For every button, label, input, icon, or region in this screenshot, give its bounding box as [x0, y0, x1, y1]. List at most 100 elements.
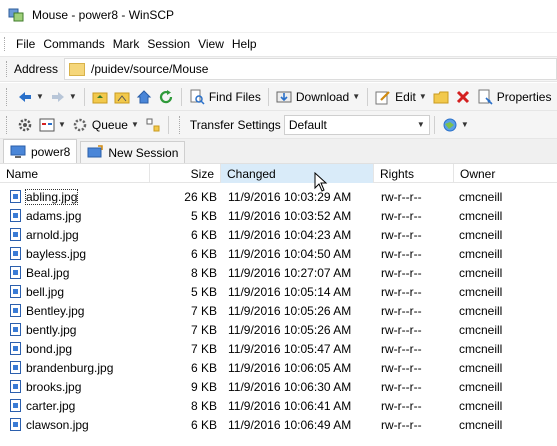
file-size: 9 KB [190, 379, 217, 394]
queue-button[interactable]: Queue ▼ [69, 114, 142, 136]
table-row[interactable]: arnold.jpg 6 KB 11/9/2016 10:04:23 AM rw-r-… [0, 225, 557, 244]
column-header-name[interactable]: Name [0, 164, 150, 183]
file-name-cell: bayless.jpg [0, 244, 150, 263]
image-file-icon [10, 304, 21, 317]
file-changed-cell: 11/9/2016 10:03:52 AM [221, 206, 374, 225]
menu-grip[interactable] [4, 36, 8, 51]
toolbar-grip[interactable] [6, 115, 10, 134]
properties-button[interactable]: Properties [474, 86, 555, 108]
menu-commands[interactable]: Commands [39, 37, 108, 51]
menu-file[interactable]: File [12, 37, 39, 51]
root-dir-button[interactable] [111, 86, 133, 108]
chevron-down-icon: ▼ [352, 92, 361, 101]
file-rights: rw-r--r-- [381, 360, 422, 375]
home-icon [136, 89, 152, 103]
tab-power8[interactable]: power8 [3, 139, 78, 163]
file-owner-cell: cmcneill [454, 206, 557, 225]
menu-view[interactable]: View [194, 37, 228, 51]
file-owner: cmcneill [459, 322, 503, 337]
file-size: 6 KB [190, 417, 217, 432]
transfer-options-button[interactable] [142, 114, 164, 136]
column-header-label: Changed [227, 166, 276, 181]
synchronize-button[interactable]: ▼ [439, 114, 472, 136]
file-size-cell: 9 KB [150, 377, 221, 396]
preferences-button[interactable] [14, 114, 36, 136]
chevron-down-icon: ▼ [58, 120, 66, 129]
file-changed: 11/9/2016 10:05:26 AM [228, 322, 352, 337]
file-rights-cell: rw-r--r-- [374, 377, 454, 396]
toolbar-grip[interactable] [6, 87, 10, 106]
column-header-changed[interactable]: Changed [221, 164, 374, 183]
tab-new-session[interactable]: New Session [80, 141, 186, 163]
chevron-down-icon: ▼ [460, 120, 469, 129]
file-size: 7 KB [190, 322, 217, 337]
chevron-down-icon: ▼ [36, 92, 44, 101]
file-owner: cmcneill [459, 360, 503, 375]
parent-dir-button[interactable] [89, 86, 111, 108]
file-name-cell: bond.jpg [0, 339, 150, 358]
table-row[interactable]: bell.jpg 5 KB 11/9/2016 10:05:14 AM rw-r--r… [0, 282, 557, 301]
refresh-button[interactable] [155, 86, 177, 108]
forward-button[interactable]: ▼ [47, 86, 80, 108]
title-bar: Mouse - power8 - WinSCP [0, 0, 557, 30]
tab-label: New Session [108, 145, 179, 160]
table-row[interactable]: bently.jpg 7 KB 11/9/2016 10:05:26 AM rw-r-… [0, 320, 557, 339]
transfer-settings-select[interactable]: Default ▼ [283, 114, 430, 135]
chevron-down-icon: ▼ [418, 92, 427, 101]
edit-icon [375, 90, 390, 104]
file-changed-cell: 11/9/2016 10:05:14 AM [221, 282, 374, 301]
file-name: carter.jpg [26, 398, 76, 413]
gear-icon [18, 118, 32, 131]
toolbar-separator [367, 87, 369, 106]
file-changed: 11/9/2016 10:27:07 AM [228, 265, 352, 280]
table-row[interactable]: brandenburg.jpg 6 KB 11/9/2016 10:06:05 AM… [0, 358, 557, 377]
column-header-size[interactable]: Size [150, 164, 221, 183]
menu-mark[interactable]: Mark [109, 37, 144, 51]
find-files-button[interactable]: Find Files [186, 86, 264, 108]
file-rights-cell: rw-r--r-- [374, 415, 454, 434]
table-row[interactable]: brooks.jpg 9 KB 11/9/2016 10:06:30 AM rw-r-… [0, 377, 557, 396]
edit-button[interactable]: Edit ▼ [372, 86, 430, 108]
menu-help[interactable]: Help [228, 37, 261, 51]
file-size: 8 KB [190, 265, 217, 280]
table-row[interactable]: bayless.jpg 6 KB 11/9/2016 10:04:50 AM rw-r… [0, 244, 557, 263]
toolbar-grip[interactable] [178, 115, 183, 134]
transfer-icon [146, 118, 160, 131]
file-owner: cmcneill [459, 265, 503, 280]
column-header-owner[interactable]: Owner [454, 164, 557, 183]
table-row[interactable]: Bentley.jpg 7 KB 11/9/2016 10:05:26 AM rw-r… [0, 301, 557, 320]
table-row[interactable]: bond.jpg 7 KB 11/9/2016 10:05:47 AM rw-r--r… [0, 339, 557, 358]
file-changed-cell: 11/9/2016 10:04:23 AM [221, 225, 374, 244]
file-owner-cell: cmcneill [454, 396, 557, 415]
file-size: 7 KB [190, 303, 217, 318]
layout-button[interactable]: ▼ [36, 114, 69, 136]
image-file-icon [10, 190, 21, 203]
home-dir-button[interactable] [133, 86, 155, 108]
file-size: 7 KB [190, 341, 217, 356]
file-rights: rw-r--r-- [381, 208, 422, 223]
open-folder-button[interactable] [430, 86, 452, 108]
table-row[interactable]: abling.jpg 26 KB 11/9/2016 10:03:29 AM rw-r… [0, 187, 557, 206]
file-rights-cell: rw-r--r-- [374, 320, 454, 339]
file-owner-cell: cmcneill [454, 377, 557, 396]
folder-up-icon [92, 92, 108, 103]
arrow-left-icon [19, 91, 31, 102]
file-size-cell: 7 KB [150, 320, 221, 339]
address-grip[interactable] [6, 61, 10, 77]
folder-root-icon [114, 92, 130, 103]
address-field[interactable]: /puidev/source/Mouse [64, 58, 557, 80]
file-rights: rw-r--r-- [381, 417, 422, 432]
table-row[interactable]: adams.jpg 5 KB 11/9/2016 10:03:52 AM rw-r--… [0, 206, 557, 225]
column-header-rights[interactable]: Rights [374, 164, 454, 183]
remote-file-list[interactable]: Name Size Changed Rights Owner abling.jp… [0, 163, 557, 446]
menu-session[interactable]: Session [143, 37, 194, 51]
table-row[interactable]: carter.jpg 8 KB 11/9/2016 10:06:41 AM rw-r-… [0, 396, 557, 415]
download-button[interactable]: Download ▼ [273, 86, 363, 108]
table-row[interactable]: Beal.jpg 8 KB 11/9/2016 10:27:07 AM rw-r--r… [0, 263, 557, 282]
back-button[interactable]: ▼ [14, 86, 47, 108]
delete-button[interactable] [452, 86, 474, 108]
file-changed-cell: 11/9/2016 10:27:07 AM [221, 263, 374, 282]
file-name-cell: Bentley.jpg [0, 301, 150, 320]
column-header-label: Rights [380, 166, 415, 181]
table-row[interactable]: clawson.jpg 6 KB 11/9/2016 10:06:49 AM rw-r… [0, 415, 557, 434]
